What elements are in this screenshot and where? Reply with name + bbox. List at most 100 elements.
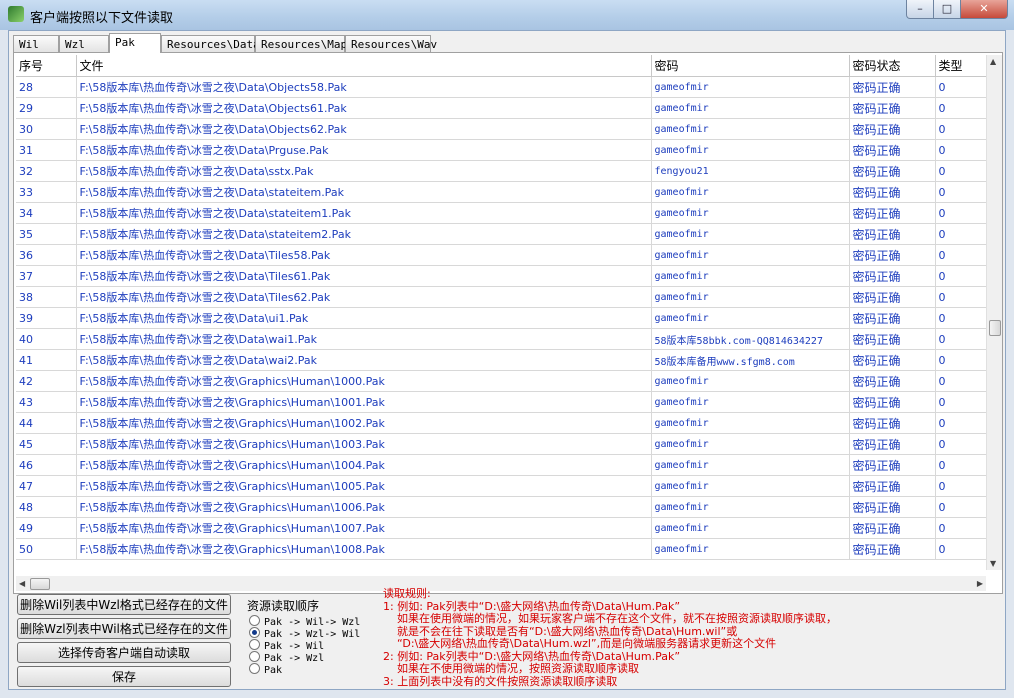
row-type: 0 bbox=[935, 496, 986, 518]
title-bar[interactable]: 客户端按照以下文件读取 bbox=[0, 0, 1014, 30]
table-row[interactable]: 43 F:\58版本库\热血传奇\冰雪之夜\Graphics\Human\1001… bbox=[16, 391, 986, 413]
tab-wzl[interactable]: Wzl bbox=[59, 35, 109, 52]
delete-wil-duplicates-button[interactable]: 删除Wil列表中Wzl格式已经存在的文件 bbox=[17, 594, 231, 615]
delete-wzl-duplicates-button[interactable]: 删除Wzl列表中Wil格式已经存在的文件 bbox=[17, 618, 231, 639]
table-row[interactable]: 38 F:\58版本库\热血传奇\冰雪之夜\Data\Tiles62.Pak gam… bbox=[16, 286, 986, 308]
row-index: 33 bbox=[16, 181, 77, 203]
row-type: 0 bbox=[935, 202, 986, 224]
row-password-status: 密码正确 bbox=[849, 454, 936, 476]
column-header-index[interactable]: 序号 bbox=[16, 55, 77, 77]
table-row[interactable]: 31 F:\58版本库\热血传奇\冰雪之夜\Data\Prguse.Pak game… bbox=[16, 139, 986, 161]
table-row[interactable]: 47 F:\58版本库\热血传奇\冰雪之夜\Graphics\Human\1005… bbox=[16, 475, 986, 497]
read-order-option[interactable]: Pak -> Wzl bbox=[249, 651, 324, 664]
radio-circle-icon[interactable] bbox=[249, 639, 260, 650]
table-row[interactable]: 42 F:\58版本库\热血传奇\冰雪之夜\Graphics\Human\1000… bbox=[16, 370, 986, 392]
read-order-option[interactable]: Pak -> Wil-> Wzl bbox=[249, 615, 360, 628]
row-index: 48 bbox=[16, 496, 77, 518]
tab-pak[interactable]: Pak bbox=[109, 33, 161, 53]
table-row[interactable]: 48 F:\58版本库\热血传奇\冰雪之夜\Graphics\Human\1006… bbox=[16, 496, 986, 518]
save-button[interactable]: 保存 bbox=[17, 666, 231, 687]
row-password-status: 密码正确 bbox=[849, 433, 936, 455]
scroll-right-arrow-icon[interactable]: ▶ bbox=[977, 579, 983, 588]
table-row[interactable]: 36 F:\58版本库\热血传奇\冰雪之夜\Data\Tiles58.Pak gam… bbox=[16, 244, 986, 266]
table-row[interactable]: 45 F:\58版本库\热血传奇\冰雪之夜\Graphics\Human\1003… bbox=[16, 433, 986, 455]
rule-line: 如果在不使用微端的情况，按照资源读取顺序读取 bbox=[383, 662, 639, 675]
row-type: 0 bbox=[935, 97, 986, 119]
row-password-status: 密码正确 bbox=[849, 370, 936, 392]
read-order-option[interactable]: Pak -> Wzl-> Wil bbox=[249, 627, 360, 640]
column-header-password[interactable]: 密码 bbox=[651, 55, 850, 77]
tab-resources-wav[interactable]: Resources\Wav bbox=[345, 35, 437, 52]
row-file-path: F:\58版本库\热血传奇\冰雪之夜\Data\Tiles58.Pak bbox=[76, 244, 652, 266]
table-row[interactable]: 44 F:\58版本库\热血传奇\冰雪之夜\Graphics\Human\1002… bbox=[16, 412, 986, 434]
row-password-status: 密码正确 bbox=[849, 286, 936, 308]
minimize-button[interactable]: – bbox=[906, 0, 934, 19]
row-file-path: F:\58版本库\热血传奇\冰雪之夜\Data\Tiles62.Pak bbox=[76, 286, 652, 308]
row-file-path: F:\58版本库\热血传奇\冰雪之夜\Graphics\Human\1006.P… bbox=[76, 496, 652, 518]
row-file-path: F:\58版本库\热血传奇\冰雪之夜\Graphics\Human\1003.P… bbox=[76, 433, 652, 455]
row-type: 0 bbox=[935, 118, 986, 140]
file-table[interactable]: 序号 文件 密码 密码状态 类型 28 F:\58版本库\热血传奇\冰雪之夜\Da… bbox=[16, 55, 986, 570]
row-index: 50 bbox=[16, 538, 77, 560]
read-order-option[interactable]: Pak -> Wil bbox=[249, 639, 324, 652]
row-file-path: F:\58版本库\热血传奇\冰雪之夜\Data\stateitem2.Pak bbox=[76, 223, 652, 245]
radio-circle-icon[interactable] bbox=[249, 627, 260, 638]
radio-circle-icon[interactable] bbox=[249, 663, 260, 674]
row-password-status: 密码正确 bbox=[849, 181, 936, 203]
row-password: gameofmir bbox=[651, 97, 850, 119]
horizontal-scroll-thumb[interactable] bbox=[30, 578, 50, 590]
select-client-button[interactable]: 选择传奇客户端自动读取 bbox=[17, 642, 231, 663]
radio-circle-icon[interactable] bbox=[249, 651, 260, 662]
tab-resources-data[interactable]: Resources\Data bbox=[161, 35, 260, 52]
scroll-left-arrow-icon[interactable]: ◀ bbox=[19, 579, 25, 588]
table-row[interactable]: 35 F:\58版本库\热血传奇\冰雪之夜\Data\stateitem2.Pak… bbox=[16, 223, 986, 245]
row-type: 0 bbox=[935, 76, 986, 98]
table-row[interactable]: 34 F:\58版本库\热血传奇\冰雪之夜\Data\stateitem1.Pak… bbox=[16, 202, 986, 224]
row-index: 36 bbox=[16, 244, 77, 266]
row-type: 0 bbox=[935, 433, 986, 455]
table-row[interactable]: 50 F:\58版本库\热血传奇\冰雪之夜\Graphics\Human\1008… bbox=[16, 538, 986, 560]
row-password: gameofmir bbox=[651, 454, 850, 476]
table-row[interactable]: 29 F:\58版本库\热血传奇\冰雪之夜\Data\Objects61.Pak g… bbox=[16, 97, 986, 119]
read-order-option[interactable]: Pak bbox=[249, 663, 283, 676]
maximize-button[interactable]: □ bbox=[933, 0, 961, 19]
row-password-status: 密码正确 bbox=[849, 160, 936, 182]
row-password: gameofmir bbox=[651, 391, 850, 413]
column-header-type[interactable]: 类型 bbox=[935, 55, 986, 77]
table-row[interactable]: 37 F:\58版本库\热血传奇\冰雪之夜\Data\Tiles61.Pak gam… bbox=[16, 265, 986, 287]
row-file-path: F:\58版本库\热血传奇\冰雪之夜\Graphics\Human\1000.P… bbox=[76, 370, 652, 392]
row-file-path: F:\58版本库\热血传奇\冰雪之夜\Data\Tiles61.Pak bbox=[76, 265, 652, 287]
table-row[interactable]: 39 F:\58版本库\热血传奇\冰雪之夜\Data\ui1.Pak gameofm… bbox=[16, 307, 986, 329]
row-type: 0 bbox=[935, 223, 986, 245]
row-index: 40 bbox=[16, 328, 77, 350]
row-type: 0 bbox=[935, 244, 986, 266]
table-row[interactable]: 32 F:\58版本库\热血传奇\冰雪之夜\Data\sstx.Pak fengyo… bbox=[16, 160, 986, 182]
row-index: 43 bbox=[16, 391, 77, 413]
row-index: 38 bbox=[16, 286, 77, 308]
table-row[interactable]: 28 F:\58版本库\热血传奇\冰雪之夜\Data\Objects58.Pak g… bbox=[16, 76, 986, 98]
radio-circle-icon[interactable] bbox=[249, 615, 260, 626]
table-row[interactable]: 41 F:\58版本库\热血传奇\冰雪之夜\Data\wai2.Pak 58版本库备… bbox=[16, 349, 986, 371]
column-header-password-status[interactable]: 密码状态 bbox=[849, 55, 936, 77]
row-type: 0 bbox=[935, 181, 986, 203]
close-button[interactable]: ✕ bbox=[960, 0, 1008, 19]
row-type: 0 bbox=[935, 391, 986, 413]
read-order-option-label: Pak bbox=[264, 665, 283, 676]
row-password-status: 密码正确 bbox=[849, 412, 936, 434]
table-row[interactable]: 33 F:\58版本库\热血传奇\冰雪之夜\Data\stateitem.Pak g… bbox=[16, 181, 986, 203]
row-index: 32 bbox=[16, 160, 77, 182]
row-file-path: F:\58版本库\热血传奇\冰雪之夜\Graphics\Human\1001.P… bbox=[76, 391, 652, 413]
table-row[interactable]: 49 F:\58版本库\热血传奇\冰雪之夜\Graphics\Human\1007… bbox=[16, 517, 986, 539]
tab-wil[interactable]: Wil bbox=[13, 35, 59, 52]
table-row[interactable]: 30 F:\58版本库\热血传奇\冰雪之夜\Data\Objects62.Pak g… bbox=[16, 118, 986, 140]
scroll-up-arrow-icon[interactable]: ▲ bbox=[990, 57, 996, 66]
rule-line: “D:\盛大网络\热血传奇\Data\Hum.wzl”,而是向微端服务器请求更新… bbox=[383, 637, 777, 650]
vertical-scrollbar[interactable]: ▲ ▼ bbox=[986, 55, 1002, 570]
vertical-scroll-thumb[interactable] bbox=[989, 320, 1001, 336]
scroll-down-arrow-icon[interactable]: ▼ bbox=[990, 559, 996, 568]
tab-resources-map[interactable]: Resources\Map bbox=[255, 35, 347, 52]
table-row[interactable]: 46 F:\58版本库\热血传奇\冰雪之夜\Graphics\Human\1004… bbox=[16, 454, 986, 476]
column-header-file[interactable]: 文件 bbox=[76, 55, 652, 77]
row-index: 47 bbox=[16, 475, 77, 497]
table-row[interactable]: 40 F:\58版本库\热血传奇\冰雪之夜\Data\wai1.Pak 58版本库5… bbox=[16, 328, 986, 350]
